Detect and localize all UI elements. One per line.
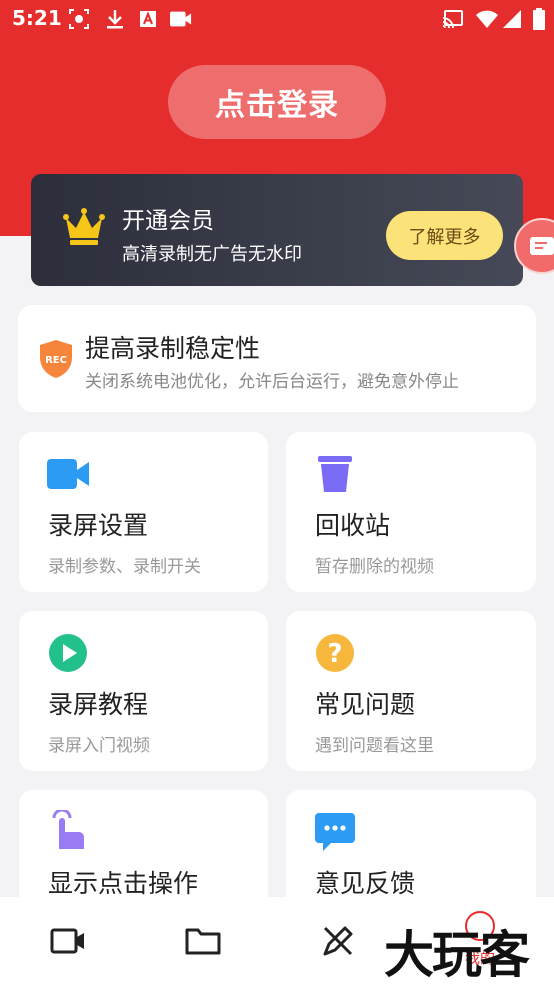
card-title: 录屏设置 (48, 511, 149, 540)
signal-icon (501, 8, 523, 30)
card-title: 意见反馈 (315, 869, 416, 898)
stability-card[interactable]: REC 提高录制稳定性 关闭系统电池优化，允许后台运行，避免意外停止 (18, 305, 536, 412)
message-icon (530, 237, 554, 261)
card-subtitle: 录制参数、录制开关 (48, 557, 201, 577)
download-icon (104, 8, 126, 30)
status-time: 5:21 (12, 6, 62, 30)
battery-icon (528, 8, 550, 30)
vip-card[interactable]: 开通会员 高清录制无广告无水印 了解更多 (31, 174, 523, 286)
screen-record-icon (68, 8, 90, 30)
stability-title: 提高录制稳定性 (85, 334, 261, 363)
card-title: 录屏教程 (48, 690, 149, 719)
rec-shield-icon: REC (39, 339, 73, 383)
card-title: 常见问题 (315, 690, 416, 719)
chat-bubble-icon (313, 810, 357, 854)
card-subtitle: 录屏入门视频 (48, 736, 150, 756)
status-bar: 5:21 (0, 0, 554, 38)
video-camera-icon (170, 8, 192, 30)
card-recycle-bin[interactable]: 回收站 暂存删除的视频 (286, 432, 536, 592)
vip-subtitle: 高清录制无广告无水印 (122, 244, 302, 265)
card-subtitle: 暂存删除的视频 (315, 557, 434, 577)
wifi-icon (476, 8, 498, 30)
trash-icon (313, 452, 357, 496)
watermark-logo: 大玩客 (384, 926, 530, 984)
question-icon: ? (313, 631, 357, 675)
cast-icon (442, 8, 464, 30)
card-title: 显示点击操作 (48, 869, 199, 898)
video-camera-icon (46, 452, 90, 496)
learn-more-button[interactable]: 了解更多 (386, 211, 503, 260)
card-faq[interactable]: ? 常见问题 遇到问题看这里 (286, 611, 536, 771)
crown-icon (63, 208, 105, 250)
card-subtitle: 遇到问题看这里 (315, 736, 434, 756)
stability-subtitle: 关闭系统电池优化，允许后台运行，避免意外停止 (85, 372, 459, 392)
folder-tab-icon[interactable] (183, 921, 223, 961)
card-record-settings[interactable]: 录屏设置 录制参数、录制开关 (19, 432, 268, 592)
rec-badge-text: REC (45, 355, 67, 366)
vip-title: 开通会员 (122, 208, 214, 234)
tap-hand-icon (46, 810, 90, 854)
video-tab-icon[interactable] (48, 921, 88, 961)
card-title: 回收站 (315, 511, 391, 540)
font-icon (137, 8, 159, 30)
login-button[interactable]: 点击登录 (168, 65, 386, 139)
play-icon (46, 631, 90, 675)
card-tutorial[interactable]: 录屏教程 录屏入门视频 (19, 611, 268, 771)
svg-text:?: ? (327, 639, 342, 669)
edit-tab-icon[interactable] (318, 921, 358, 961)
